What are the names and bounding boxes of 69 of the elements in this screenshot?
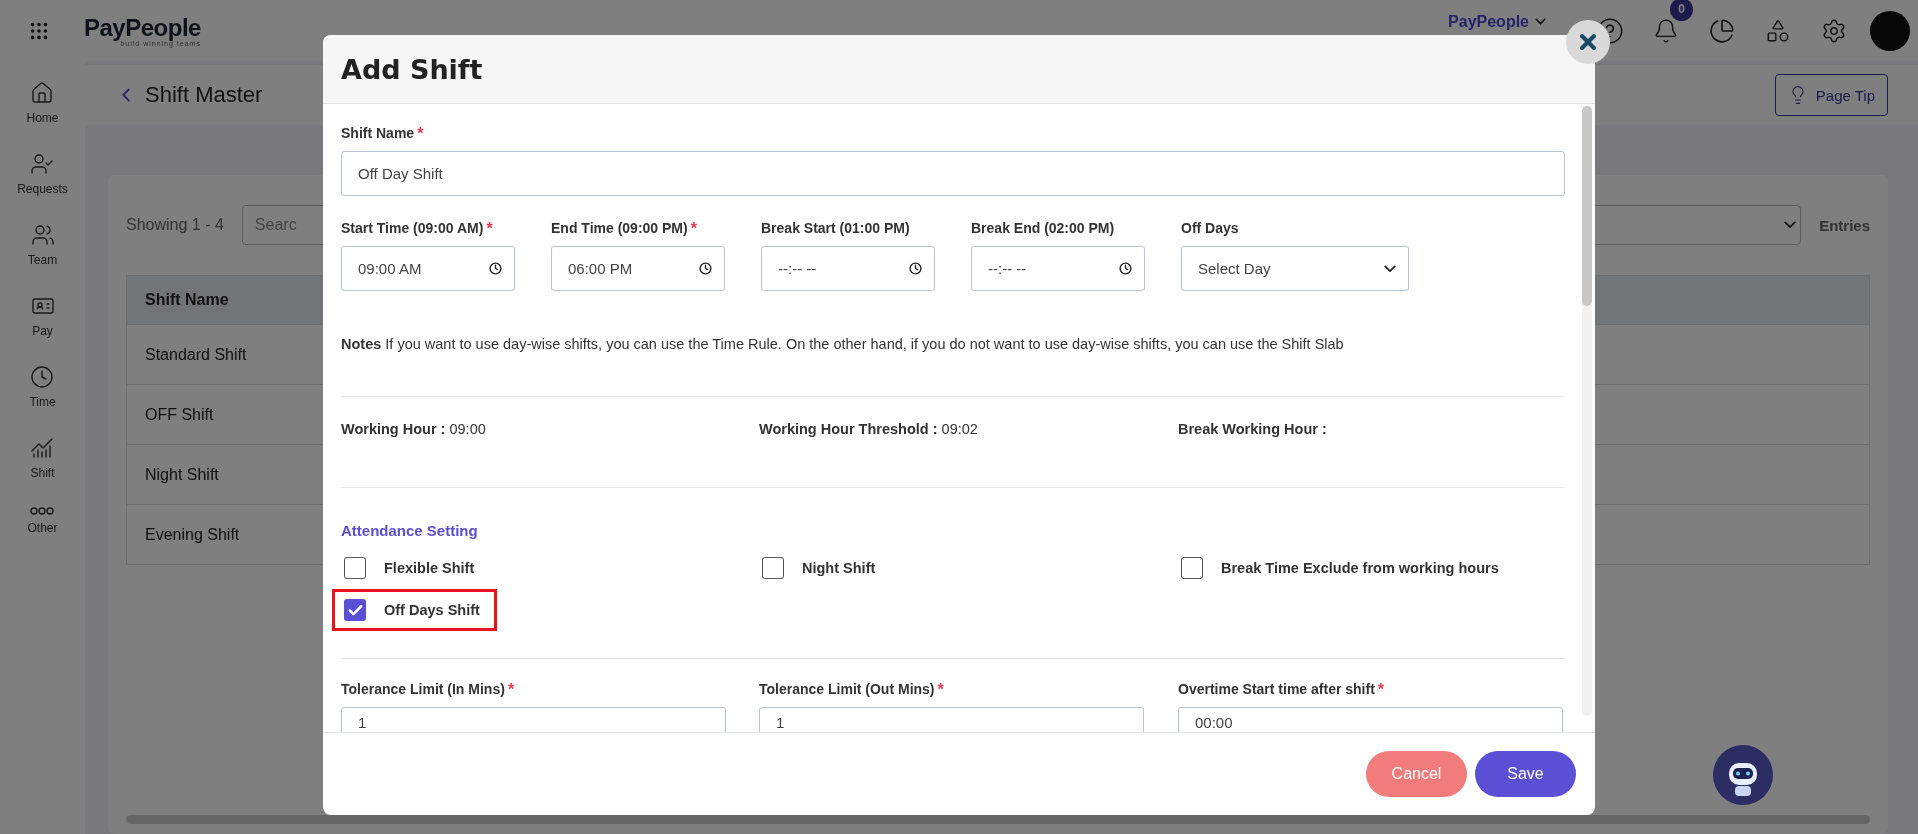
pie-chart-icon[interactable] xyxy=(1709,17,1735,44)
field-label: Overtime Start time after shift * xyxy=(1178,681,1386,699)
sidebar-item[interactable]: Requests xyxy=(17,152,68,196)
user-avatar[interactable] xyxy=(1870,10,1910,51)
chart-icon xyxy=(30,436,55,460)
chevron-down-icon xyxy=(1384,264,1396,273)
required-asterisk: * xyxy=(486,220,493,238)
field-label: Shift Name * xyxy=(341,125,425,143)
time-field[interactable]: 06:00 PM xyxy=(551,246,725,291)
field-label: Off Days xyxy=(1181,220,1240,238)
checkbox[interactable] xyxy=(344,599,366,621)
sidebar-item[interactable]: Pay xyxy=(30,294,55,338)
required-asterisk: * xyxy=(937,681,944,699)
horizontal-scrollbar[interactable] xyxy=(126,815,1870,824)
clock-icon xyxy=(30,365,55,389)
working-hour-text: Working Hour : 09:00 xyxy=(341,421,487,437)
select-dropdown[interactable]: Select Day xyxy=(1181,246,1409,291)
notes-text: Notes If you want to use day-wise shifts, you can use the Time Rule. On the other hand, if you do not want to use day-wise shifts, you can use the Shift Slab xyxy=(341,336,1345,352)
field-label: Start Time (09:00 AM) * xyxy=(341,220,494,238)
notification-bell-icon[interactable] xyxy=(1653,17,1679,44)
shift-name-field[interactable]: Off Day Shift xyxy=(341,151,1565,196)
field-label: Tolerance Limit (Out Mins) * xyxy=(759,681,945,699)
checkbox[interactable] xyxy=(344,557,366,579)
home-icon xyxy=(30,81,55,105)
settings-icon[interactable] xyxy=(1821,17,1847,44)
sidebar-item[interactable]: Time xyxy=(29,365,56,409)
sidebar-item[interactable]: Shift xyxy=(30,436,55,480)
clock-icon xyxy=(699,262,712,275)
clock-icon xyxy=(1119,262,1132,275)
number-field[interactable]: 00:00 xyxy=(1178,707,1563,732)
number-field[interactable]: 1 xyxy=(341,707,726,732)
time-field[interactable]: 09:00 AM xyxy=(341,246,515,291)
field-label: Tolerance Limit (In Mins) * xyxy=(341,681,516,699)
chevron-down-icon xyxy=(1784,221,1797,229)
clock-icon xyxy=(909,262,922,275)
dots-icon xyxy=(30,507,55,515)
save-button[interactable]: Save xyxy=(1475,751,1576,797)
page-title: Shift Master xyxy=(145,82,263,108)
field-label: Break End (02:00 PM) xyxy=(971,220,1116,238)
clock-icon xyxy=(489,262,502,275)
checkbox[interactable] xyxy=(762,557,784,579)
notification-badge: 0 xyxy=(1670,0,1693,21)
sidebar-item[interactable]: Team xyxy=(27,223,58,267)
field-label: End Time (09:00 PM) * xyxy=(551,220,698,238)
user-check-icon xyxy=(30,152,55,176)
sidebar-item[interactable]: Other xyxy=(27,507,58,535)
field-label: Break Start (01:00 PM) xyxy=(761,220,911,238)
section-title: Attendance Setting xyxy=(341,522,479,539)
page-tip-button[interactable]: Page Tip xyxy=(1774,74,1888,116)
time-field[interactable]: --:-- -- xyxy=(761,246,935,291)
entries-label: Entries xyxy=(1819,216,1870,234)
highlighted-checkbox-option[interactable]: Off Days Shift xyxy=(332,589,497,631)
working-hour-text: Break Working Hour : xyxy=(1178,421,1328,437)
required-asterisk: * xyxy=(507,681,515,699)
time-field[interactable]: --:-- -- xyxy=(971,246,1145,291)
showing-count: Showing 1 - 4 xyxy=(126,216,224,234)
dialog-title: Add Shift xyxy=(341,53,483,85)
users-icon xyxy=(30,223,55,247)
required-asterisk: * xyxy=(417,125,424,143)
working-hour-text: Working Hour Threshold : 09:02 xyxy=(759,421,979,437)
vertical-scrollbar[interactable] xyxy=(1582,106,1592,716)
chevron-down-icon xyxy=(1535,18,1546,25)
required-asterisk: * xyxy=(690,220,697,238)
number-field[interactable]: 1 xyxy=(759,707,1144,732)
apps-icon[interactable] xyxy=(1765,17,1791,44)
sidebar-item[interactable]: Home xyxy=(26,81,59,125)
required-asterisk: * xyxy=(1377,681,1385,699)
chatbot-robot-icon[interactable] xyxy=(1713,745,1773,805)
checkbox[interactable] xyxy=(1181,557,1203,579)
